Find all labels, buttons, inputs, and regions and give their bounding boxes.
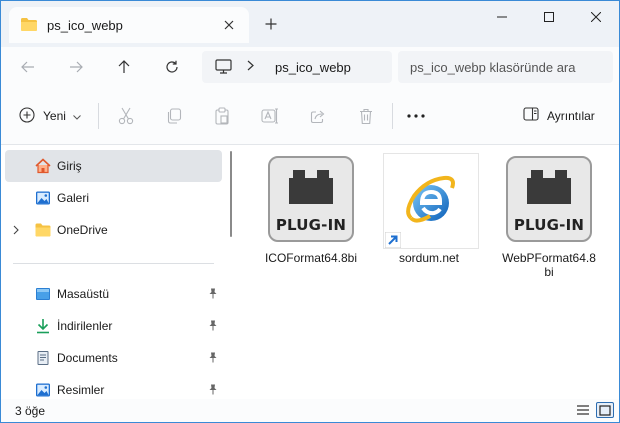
rename-icon[interactable] — [259, 106, 281, 126]
details-view-icon[interactable] — [574, 402, 592, 418]
new-button-label: Yeni — [43, 109, 66, 123]
close-tab-icon[interactable] — [219, 15, 239, 35]
file-item[interactable]: PLUG-IN WebPFormat64.8bi — [499, 151, 599, 281]
address-bar: ps_ico_webp ps_ico_webp klasöründe ara — [1, 47, 619, 87]
folder-icon — [20, 17, 38, 35]
search-input[interactable]: ps_ico_webp klasöründe ara — [398, 51, 613, 83]
sidebar-item-documents[interactable]: Documents — [5, 342, 222, 374]
pin-icon[interactable] — [208, 288, 218, 302]
toolbar-divider — [98, 103, 99, 129]
file-name: WebPFormat64.8bi — [502, 251, 596, 279]
up-arrow-icon[interactable] — [111, 55, 137, 79]
download-icon — [35, 318, 51, 334]
home-icon — [35, 158, 51, 174]
breadcrumb[interactable]: ps_ico_webp — [202, 51, 392, 83]
sidebar-item-label: Masaüstü — [57, 287, 110, 301]
pin-icon[interactable] — [208, 352, 218, 366]
plugin-badge-label: PLUG-IN — [513, 216, 585, 234]
internet-explorer-icon — [383, 153, 479, 249]
status-bar: 3 öğe — [1, 399, 619, 422]
shortcut-arrow-icon — [385, 232, 401, 248]
delete-icon[interactable] — [355, 106, 377, 126]
refresh-icon[interactable] — [159, 55, 185, 79]
computer-icon[interactable] — [215, 59, 232, 77]
folder-icon — [35, 222, 51, 238]
large-icons-view-icon[interactable] — [596, 402, 614, 418]
sidebar-item-desktop[interactable]: Masaüstü — [5, 278, 222, 310]
file-name: sordum.net — [398, 251, 460, 265]
file-explorer-window: ps_ico_webp ps_ico_webp ps_ico_webp klas… — [0, 0, 620, 423]
chevron-right-icon[interactable] — [13, 224, 19, 238]
desktop-icon — [35, 286, 51, 302]
sidebar-item-label: Documents — [57, 351, 118, 365]
paste-icon[interactable] — [211, 106, 233, 126]
copy-icon[interactable] — [163, 106, 185, 126]
sidebar-item-label: İndirilenler — [57, 319, 113, 333]
search-placeholder: ps_ico_webp klasöründe ara — [410, 60, 576, 75]
tab-ps-ico-webp[interactable]: ps_ico_webp — [9, 7, 249, 43]
plugin-icon: PLUG-IN — [503, 153, 595, 245]
gallery-icon — [35, 190, 51, 206]
maximize-icon[interactable] — [526, 1, 572, 33]
share-icon[interactable] — [307, 106, 329, 126]
title-bar: ps_ico_webp — [1, 1, 619, 47]
tab-title: ps_ico_webp — [47, 18, 123, 33]
sidebar-item-onedrive[interactable]: OneDrive — [5, 214, 222, 246]
chevron-down-icon — [73, 109, 81, 123]
document-icon — [35, 350, 51, 366]
forward-arrow-icon[interactable] — [63, 55, 89, 79]
file-name: ICOFormat64.8bi — [264, 251, 358, 265]
pin-icon[interactable] — [208, 320, 218, 334]
pin-icon[interactable] — [208, 384, 218, 398]
item-count: 3 öğe — [15, 404, 46, 418]
file-list: PLUG-IN ICOFormat64.8bi sordum.net PLUG-… — [237, 145, 619, 399]
minimize-icon[interactable] — [479, 1, 525, 33]
pictures-icon — [35, 382, 51, 398]
file-item[interactable]: sordum.net — [379, 151, 479, 281]
sidebar-divider — [13, 263, 214, 264]
sidebar-item-label: OneDrive — [57, 223, 108, 237]
new-tab-icon[interactable] — [260, 13, 282, 35]
details-pane-icon — [523, 107, 539, 124]
sidebar-item-downloads[interactable]: İndirilenler — [5, 310, 222, 342]
cut-icon[interactable] — [115, 106, 137, 126]
toolbar-divider — [392, 103, 393, 129]
sidebar-scrollbar[interactable] — [230, 151, 232, 237]
sidebar-item-gallery[interactable]: Galeri — [5, 182, 222, 214]
new-button[interactable]: Yeni — [19, 105, 81, 127]
file-item[interactable]: PLUG-IN ICOFormat64.8bi — [261, 151, 361, 281]
command-bar: Yeni Ayrıntılar — [1, 87, 619, 145]
details-button-label: Ayrıntılar — [547, 108, 595, 123]
sidebar-item-label: Galeri — [57, 191, 90, 205]
navigation-pane: Giriş Galeri OneDrive Masaüstü İndirilen… — [1, 145, 233, 399]
plus-circle-icon — [19, 106, 35, 126]
breadcrumb-current-folder[interactable]: ps_ico_webp — [275, 60, 351, 75]
sidebar-item-label: Giriş — [57, 159, 82, 173]
close-window-icon[interactable] — [573, 1, 619, 33]
details-button[interactable]: Ayrıntılar — [523, 107, 595, 124]
plugin-icon: PLUG-IN — [265, 153, 357, 245]
plugin-badge-label: PLUG-IN — [275, 216, 347, 234]
breadcrumb-chevron-icon[interactable] — [247, 59, 254, 74]
sidebar-item-home[interactable]: Giriş — [5, 150, 222, 182]
sidebar-item-label: Resimler — [57, 383, 105, 397]
back-arrow-icon[interactable] — [15, 55, 41, 79]
more-options-icon[interactable] — [405, 106, 427, 126]
